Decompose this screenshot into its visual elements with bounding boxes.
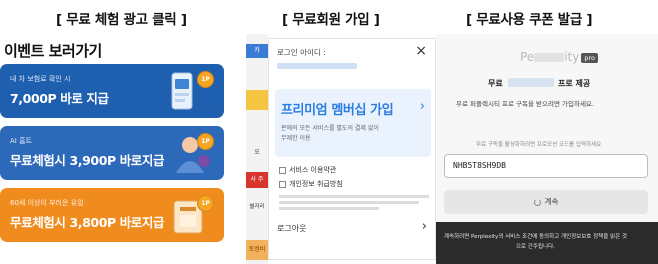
event-card-senior-trial[interactable]: 60세 이상이 부러운 유일 무료체험시 3,800P 바로지급 1P bbox=[0, 188, 224, 242]
privacy-policy-label: 개인정보 취급방침 bbox=[289, 180, 343, 188]
strip-banner bbox=[246, 90, 268, 110]
caption-free-signup: [ 무료회원 가입 ] bbox=[282, 12, 380, 28]
strip-app-icon: 카 bbox=[246, 44, 268, 58]
premium-membership-description: 무제한 이용 bbox=[281, 135, 311, 142]
free-label: 무료 bbox=[488, 79, 503, 88]
point-coin-icon: 1P bbox=[197, 133, 214, 150]
membership-modal: 로그인 아이디 : × 프리미엄 멤버십 가입 › 몬에의 모든 서비스를 별도… bbox=[268, 38, 436, 260]
strip-item: 별자리 bbox=[249, 204, 265, 210]
premium-membership-title: 프리미엄 멤버십 가입 bbox=[281, 103, 394, 118]
brand-name-start: Pe bbox=[520, 50, 535, 64]
logout-button[interactable]: 로그아웃 bbox=[277, 223, 306, 234]
point-coin-icon: 1P bbox=[197, 71, 214, 88]
signup-description: 무료 퍼플렉시티 프로 구독을 받으려면 가입하세요. bbox=[456, 100, 594, 108]
event-title: 이벤트 보러가기 bbox=[4, 42, 102, 60]
point-coin-icon: 1P bbox=[197, 195, 214, 212]
event-card-car-insurance[interactable]: 내 차 보험료 확인 시 7,000P 바로 지급 1P bbox=[0, 64, 224, 118]
strip-item: 오 bbox=[254, 149, 260, 156]
terms-footer: 계속하려면 Perplexity의 서비스 조건에 동의하고 개인정보보호 정책… bbox=[436, 222, 658, 264]
event-card-subtitle: AI 홈트 bbox=[10, 137, 32, 145]
brand-name-blur bbox=[534, 53, 565, 62]
checkbox-icon bbox=[279, 166, 286, 174]
privacy-policy-checkbox[interactable]: 개인정보 취급방침 bbox=[279, 179, 343, 189]
event-card-reward: 무료체험시 3,900P 바로지급 bbox=[10, 153, 165, 168]
premium-membership-button[interactable]: 프리미엄 멤버십 가입 › 몬에의 모든 서비스를 별도의 결제 없이 무제한 … bbox=[275, 89, 431, 157]
event-card-subtitle: 내 차 보험료 확인 시 bbox=[10, 75, 71, 83]
event-card-ai-home-training[interactable]: AI 홈트 무료체험시 3,900P 바로지급 1P bbox=[0, 126, 224, 180]
strip-item: 토정비 bbox=[246, 240, 268, 260]
chevron-right-icon[interactable]: › bbox=[422, 219, 427, 234]
promo-code-hint: 무료 구독을 활성화하려면 프로모션 코드를 입력하세요 bbox=[476, 142, 602, 148]
strip-item: 사 주 bbox=[246, 172, 268, 188]
coupon-panel: Pe ity pro 무료 프로 제공 무료 퍼플렉시티 프로 구독을 받으려면 가… bbox=[436, 34, 658, 264]
event-panel: 이벤트 보러가기 내 차 보험료 확인 시 7,000P 바로 지급 1P AI… bbox=[0, 34, 228, 264]
promo-code-input[interactable]: NHB5T8SH9DB bbox=[444, 154, 648, 178]
caption-free-coupon: [ 무료사용 쿠폰 발급 ] bbox=[466, 12, 593, 28]
terms-of-service-label: 서비스 이용약관 bbox=[289, 166, 337, 174]
brand-name-end: ity bbox=[564, 50, 580, 64]
fine-print bbox=[279, 195, 429, 198]
terms-of-service-checkbox[interactable]: 서비스 이용약관 bbox=[279, 165, 336, 175]
event-card-reward: 무료체험시 3,800P 바로지급 bbox=[10, 215, 165, 230]
continue-button[interactable]: 계속 bbox=[444, 190, 648, 214]
login-id-value bbox=[277, 63, 357, 69]
pro-badge: pro bbox=[581, 52, 598, 63]
checkbox-icon bbox=[279, 180, 286, 188]
premium-membership-description: 몬에의 모든 서비스를 별도의 결제 없이 bbox=[281, 125, 379, 132]
background-app-strip: 카 오 사 주 별자리 토정비 bbox=[246, 34, 268, 264]
pro-offer-label: 프로 제공 bbox=[558, 79, 591, 88]
login-id-label: 로그인 아이디 : bbox=[277, 48, 326, 57]
terms-footer-text: 으로 간주됩니다. bbox=[516, 244, 555, 250]
brand-logo: Pe ity pro bbox=[520, 50, 598, 64]
fine-print bbox=[279, 201, 419, 204]
event-card-reward: 7,000P 바로 지급 bbox=[10, 91, 109, 106]
close-icon[interactable]: × bbox=[415, 43, 427, 59]
terms-footer-text: 계속하려면 Perplexity의 서비스 조건에 동의하고 개인정보보호 정책… bbox=[444, 234, 627, 240]
signup-panel: 카 오 사 주 별자리 토정비 로그인 아이디 : × 프리미엄 멤버십 가입 … bbox=[246, 34, 436, 264]
event-card-subtitle: 60세 이상이 부러운 유일 bbox=[10, 199, 84, 207]
trainer-illustration-icon: 1P bbox=[166, 133, 214, 173]
loading-spinner-icon bbox=[533, 198, 541, 206]
caption-free-trial-ad: [ 무료 체험 광고 클릭 ] bbox=[56, 12, 187, 28]
continue-label: 계속 bbox=[544, 197, 559, 206]
chevron-right-icon: › bbox=[419, 99, 425, 114]
product-illustration-icon: 1P bbox=[166, 195, 214, 235]
phone-illustration-icon: 1P bbox=[166, 71, 214, 111]
fine-print bbox=[279, 207, 379, 210]
redacted-period bbox=[508, 78, 554, 87]
